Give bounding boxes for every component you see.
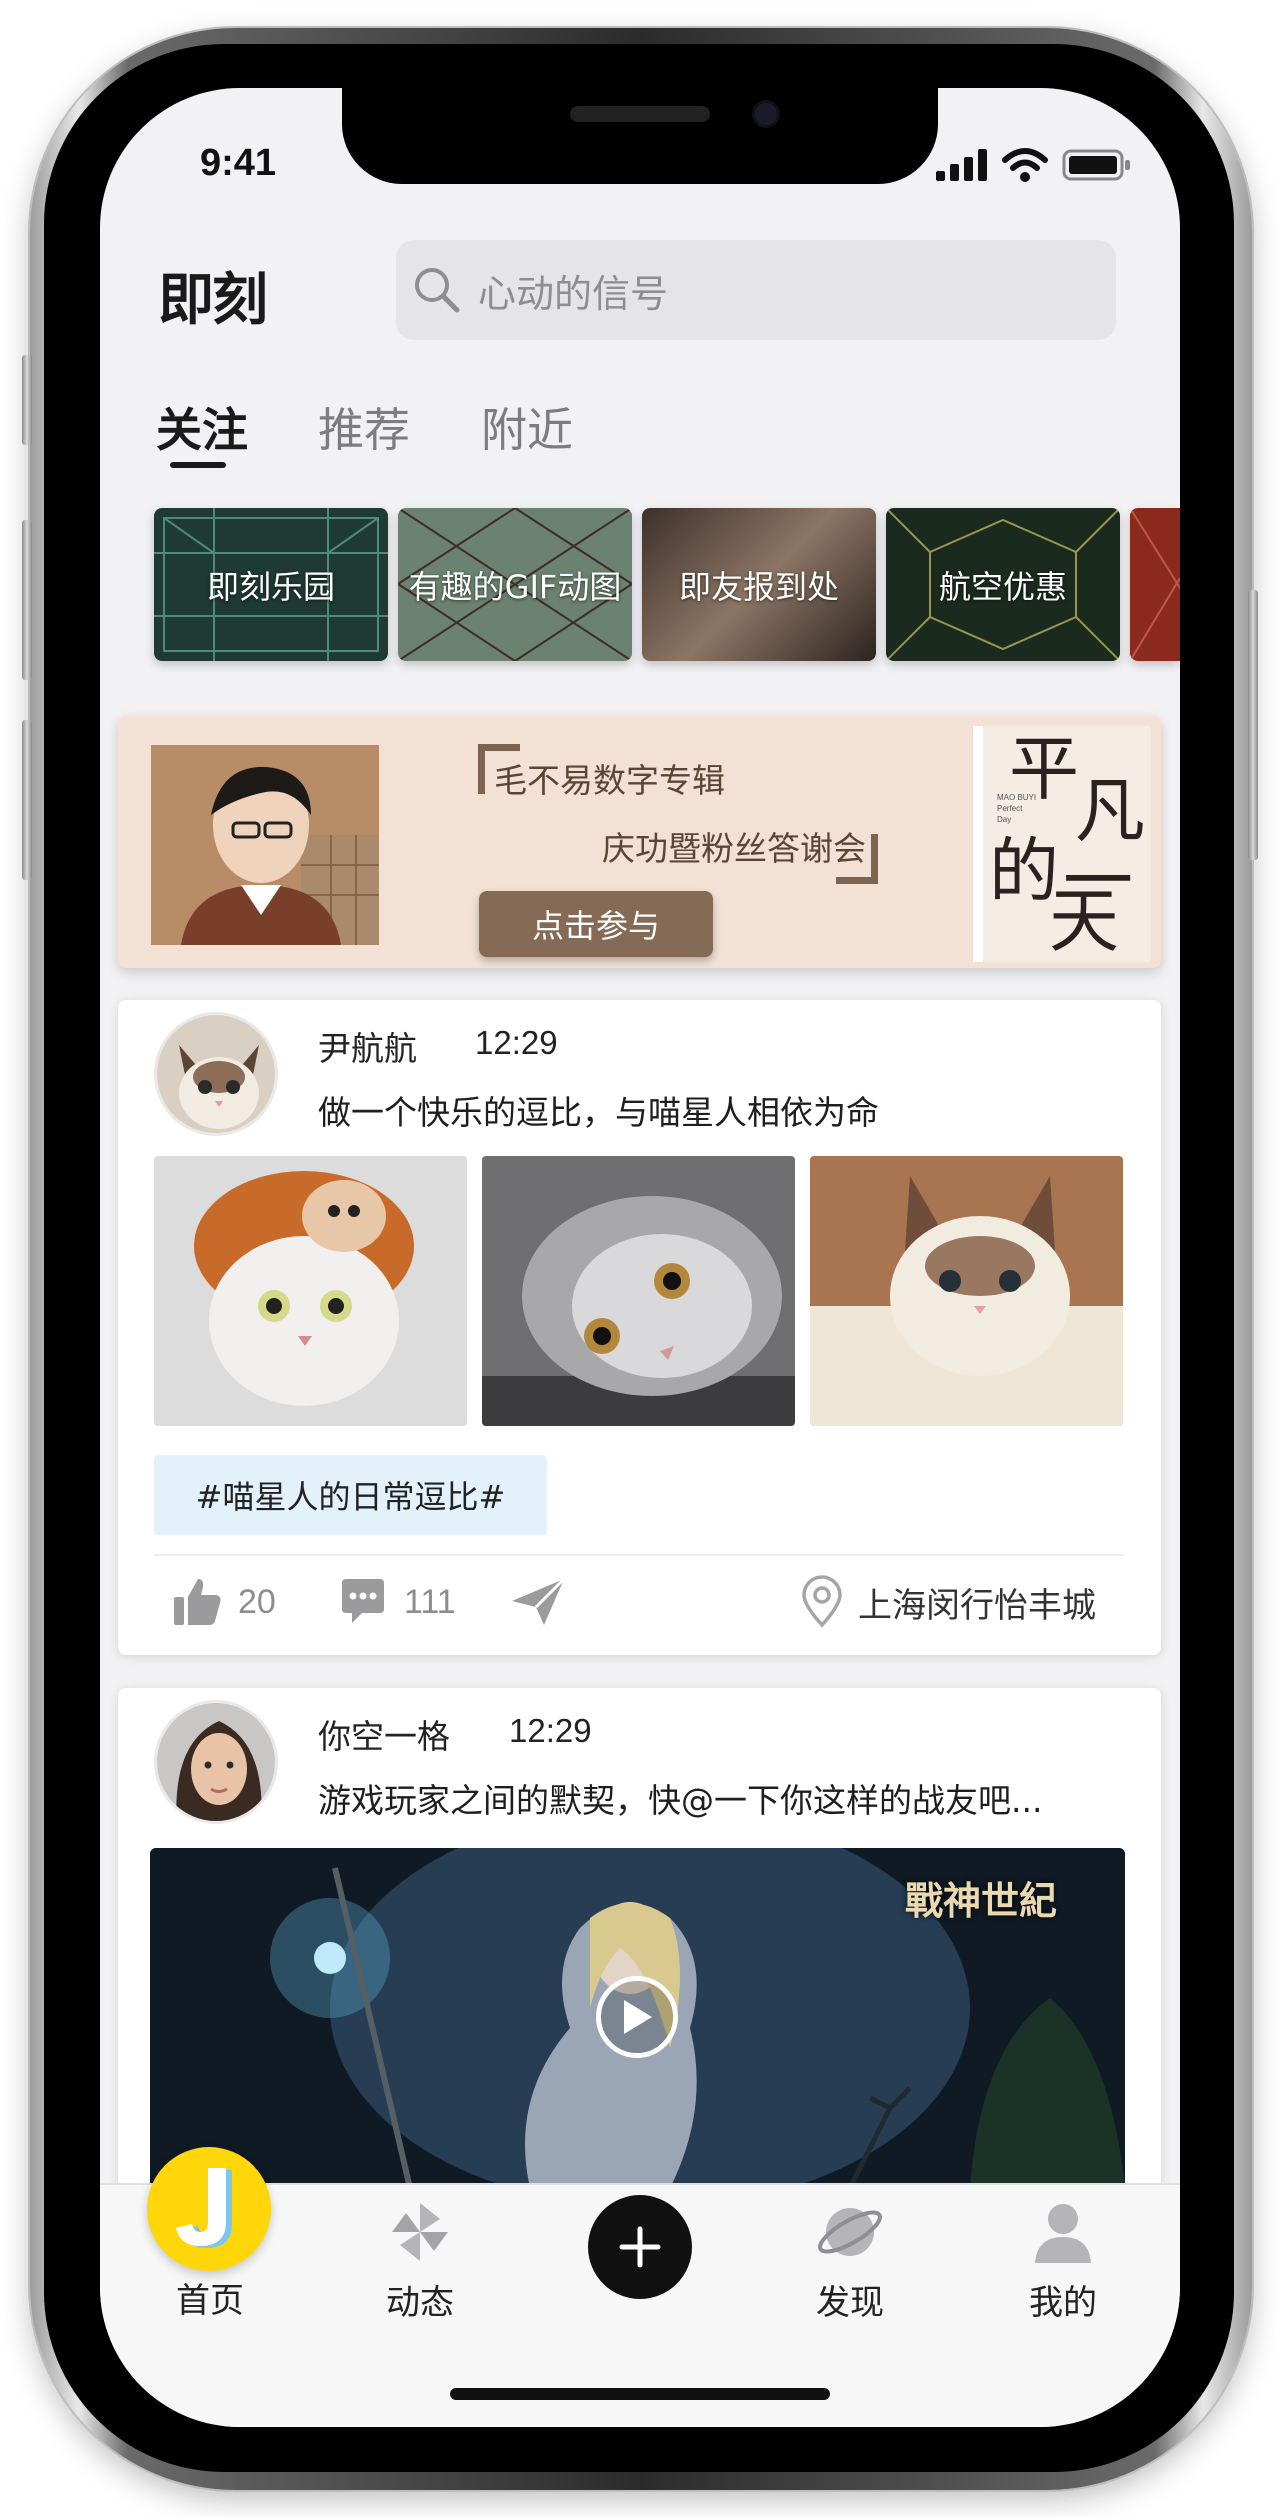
play-button[interactable] (596, 1976, 678, 2058)
post-image[interactable] (810, 1156, 1123, 1426)
home-tab-badge[interactable] (147, 2147, 271, 2271)
post-divider (154, 1554, 1124, 1556)
home-indicator[interactable] (450, 2388, 830, 2400)
location-pin-icon (802, 1575, 842, 1628)
volume-down-button (22, 720, 32, 880)
planet-icon (818, 2208, 882, 2256)
home-j-icon (176, 2168, 232, 2248)
topic-card-jike-park[interactable]: 即刻乐园 (154, 508, 388, 661)
woman-avatar-image (157, 1703, 275, 1821)
topic-card-pattern (1130, 508, 1180, 661)
topic-card-friends[interactable]: 即友报到处 (642, 508, 876, 661)
banner-line-1: 毛不易数字专辑 (494, 761, 725, 800)
share-icon (512, 1577, 566, 1625)
post-image[interactable] (154, 1156, 467, 1426)
app-screen: 9:41 即刻 心动的信号 关注 推荐 附近 即刻乐园 有趣的GIF动图 即友报… (100, 88, 1180, 2427)
location-tag[interactable]: 上海闵行怡丰城 (800, 1575, 1096, 1629)
topic-label: 即友报到处 (678, 567, 839, 606)
artist-portrait-image (151, 745, 379, 945)
bracket-decoration (836, 834, 878, 884)
tab-nearby[interactable]: 附近 (481, 394, 573, 460)
like-action[interactable]: 20 (170, 1575, 276, 1629)
app-logo[interactable]: 即刻 (158, 255, 268, 336)
compose-button[interactable] (588, 2195, 692, 2299)
topic-label: 有趣的GIF动图 (408, 567, 622, 606)
share-action[interactable] (508, 1575, 568, 1629)
topic-card-gif[interactable]: 有趣的GIF动图 (398, 508, 632, 661)
tab-recommended[interactable]: 推荐 (318, 394, 410, 460)
like-count: 20 (238, 1582, 276, 1621)
earpiece (570, 106, 710, 122)
post-text: 做一个快乐的逗比，与喵星人相依为命 (318, 1093, 879, 1132)
status-time: 9:41 (200, 142, 277, 184)
active-tab-indicator (170, 462, 226, 468)
avatar[interactable] (154, 1700, 278, 1824)
avatar[interactable] (154, 1012, 278, 1136)
game-logo: 戰神世紀 (904, 1878, 1057, 1923)
battery-icon (1062, 149, 1130, 181)
play-icon (624, 2000, 652, 2034)
front-camera (752, 100, 780, 128)
power-button (1248, 590, 1258, 860)
search-icon (415, 268, 460, 313)
person-icon (1035, 2204, 1091, 2263)
feed-post[interactable]: 尹航航 12:29 做一个快乐的逗比，与喵星人相依为命 #喵星人的日常逗比# 2… (118, 1000, 1161, 1655)
comment-icon (342, 1579, 384, 1623)
banner-line-2: 庆功暨粉丝答谢会 (602, 829, 866, 868)
tab-label: 发现 (816, 2283, 884, 2323)
pinwheel-icon (392, 2203, 448, 2261)
banner-artist-photo (151, 745, 379, 945)
tab-label: 首页 (176, 2281, 244, 2321)
post-text: 游戏玩家之间的默契，快@一下你这样的战友吧... (318, 1781, 1043, 1820)
location-label: 上海闵行怡丰城 (858, 1585, 1096, 1626)
cellular-signal-icon (936, 149, 987, 181)
tab-feed[interactable]: 动态 (350, 2199, 490, 2324)
post-time: 12:29 (475, 1024, 558, 1061)
album-cover: 平 凡 的 一 天 MAO BUYI Perfect Day (973, 726, 1151, 962)
grey-kitten-image (482, 1156, 795, 1426)
hashtag-chip[interactable]: #喵星人的日常逗比# (154, 1455, 547, 1535)
cat-avatar-image (157, 1015, 275, 1133)
topic-card-partial[interactable] (1130, 508, 1180, 661)
topic-label: 航空优惠 (938, 567, 1067, 606)
search-bar[interactable]: 心动的信号 (396, 240, 1116, 340)
status-icons (936, 148, 1132, 182)
album-subtitle: MAO BUYI Perfect Day (997, 793, 1037, 825)
post-username[interactable]: 你空一格 (318, 1710, 450, 1758)
plus-icon (619, 2226, 661, 2268)
tab-following[interactable]: 关注 (156, 394, 248, 460)
cat-lion-hat-image (154, 1156, 467, 1426)
thumbs-up-icon (174, 1579, 221, 1625)
topic-card-flight-deals[interactable]: 航空优惠 (886, 508, 1120, 661)
tab-me[interactable]: 我的 (993, 2199, 1133, 2324)
album-title-char: 凡 (1075, 770, 1145, 852)
album-title-char: 天 (1049, 880, 1119, 962)
notch (342, 88, 938, 184)
mute-switch (22, 355, 32, 445)
post-time: 12:29 (509, 1712, 592, 1749)
post-username[interactable]: 尹航航 (318, 1022, 417, 1070)
wifi-icon (1002, 148, 1048, 182)
post-video[interactable]: 戰神世紀 (150, 1848, 1125, 2188)
topic-label: 即刻乐园 (206, 567, 335, 606)
tab-discover[interactable]: 发现 (780, 2199, 920, 2324)
tab-label: 我的 (1029, 2283, 1097, 2323)
search-placeholder: 心动的信号 (478, 271, 669, 316)
comment-action[interactable]: 111 (336, 1575, 456, 1629)
participate-button[interactable]: 点击参与 (479, 891, 713, 957)
promo-banner[interactable]: 毛不易数字专辑 庆功暨粉丝答谢会 点击参与 平 凡 的 一 天 MAO BUYI… (118, 716, 1161, 968)
feed-post[interactable]: 你空一格 12:29 游戏玩家之间的默契，快@一下你这样的战友吧... 戰神世紀 (118, 1688, 1161, 2228)
volume-up-button (22, 520, 32, 680)
tab-home[interactable]: 首页 (140, 2267, 280, 2322)
ragdoll-kitten-image (810, 1156, 1123, 1426)
comment-count: 111 (404, 1582, 456, 1621)
tab-label: 动态 (386, 2283, 454, 2323)
post-image[interactable] (482, 1156, 795, 1426)
